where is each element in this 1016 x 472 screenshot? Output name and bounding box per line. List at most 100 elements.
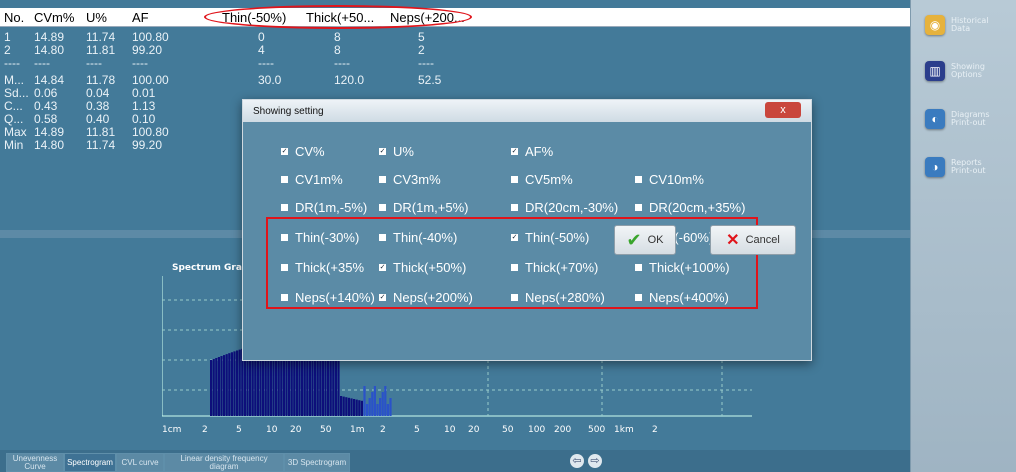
axis-tick-label: 50 xyxy=(502,425,514,435)
option-checkbox[interactable]: ✓ U% xyxy=(379,144,414,159)
option-checkbox[interactable]: CV1m% xyxy=(281,172,343,187)
unchecked-box-icon[interactable] xyxy=(281,204,288,211)
cancel-button[interactable]: ✕ Cancel xyxy=(710,225,796,255)
table-cell: ---- xyxy=(258,56,274,70)
option-label: DR(1m,+5%) xyxy=(393,200,469,215)
unchecked-box-icon[interactable] xyxy=(379,176,386,183)
spectrum-bar xyxy=(230,352,233,416)
axis-tick-label: 50 xyxy=(320,425,332,435)
spectrum-bar xyxy=(358,400,361,416)
option-label: CV5m% xyxy=(525,172,573,187)
spectrum-bar xyxy=(376,404,379,416)
table-cell: 4 xyxy=(258,43,265,57)
table-row[interactable]: ---- ---- ---- ---- ---- ---- ---- xyxy=(0,56,480,70)
option-label: CV1m% xyxy=(295,172,343,187)
tab-3d-spectrogram[interactable]: 3D Spectrogram xyxy=(284,453,350,472)
option-checkbox[interactable]: CV5m% xyxy=(511,172,573,187)
spectrum-bar xyxy=(210,360,213,416)
unchecked-box-icon[interactable] xyxy=(511,176,518,183)
table-cell: 2 xyxy=(4,43,11,57)
tab-spectrogram[interactable]: Spectrogram xyxy=(64,453,116,472)
table-cell: C... xyxy=(4,99,23,113)
header-af[interactable]: AF xyxy=(132,10,149,25)
option-label: U% xyxy=(393,144,414,159)
unchecked-box-icon[interactable] xyxy=(635,176,642,183)
option-checkbox[interactable]: DR(1m,-5%) xyxy=(281,200,367,215)
bottom-tab-bar: Unevenness Curve Spectrogram CVL curve L… xyxy=(0,450,910,472)
table-cell: 0.38 xyxy=(86,99,110,113)
historical-data-button[interactable]: ◉ Historical Data xyxy=(925,10,1013,40)
checked-box-icon[interactable]: ✓ xyxy=(281,148,288,155)
table-cell: ---- xyxy=(86,56,102,70)
table-row[interactable]: Sd... 0.06 0.04 0.01 xyxy=(0,86,480,100)
header-no[interactable]: No. xyxy=(4,10,24,25)
option-label: CV% xyxy=(295,144,325,159)
highlight-box xyxy=(266,217,758,309)
close-icon[interactable]: x xyxy=(765,102,801,118)
spectrum-bar xyxy=(238,349,241,416)
database-icon: ◉ xyxy=(925,15,945,35)
sidebar-label: Data xyxy=(951,24,971,33)
option-checkbox[interactable]: CV3m% xyxy=(379,172,441,187)
table-cell: 14.89 xyxy=(34,125,65,139)
table-row[interactable]: M... 14.84 11.78 100.00 30.0 120.0 52.5 xyxy=(0,73,480,87)
table-cell: 0.04 xyxy=(86,86,110,100)
spectrum-bar xyxy=(366,404,369,416)
table-cell: 52.5 xyxy=(418,73,442,87)
spectrum-bar xyxy=(350,398,353,416)
checked-box-icon[interactable]: ✓ xyxy=(379,148,386,155)
option-checkbox[interactable]: ✓ CV% xyxy=(281,144,325,159)
spectrum-bar xyxy=(384,386,387,416)
diagram-icon: ◐ xyxy=(925,109,945,129)
table-cell: 11.81 xyxy=(86,125,116,139)
table-cell: 1 xyxy=(4,30,11,44)
sidebar-label: Print-out xyxy=(951,118,986,127)
table-cell: 100.80 xyxy=(132,30,169,44)
showing-options-button[interactable]: ▥ Showing Options xyxy=(925,56,1013,86)
spectrum-bar xyxy=(386,404,389,416)
axis-tick-label: 10 xyxy=(444,425,456,435)
spectrum-bar xyxy=(345,397,348,416)
ok-button[interactable]: ✔ OK xyxy=(614,225,676,255)
option-checkbox[interactable]: ✓ AF% xyxy=(511,144,553,159)
spectrum-bar xyxy=(228,353,231,416)
checked-box-icon[interactable]: ✓ xyxy=(511,148,518,155)
table-cell: 8 xyxy=(334,43,341,57)
table-cell: 0.06 xyxy=(34,86,58,100)
table-row[interactable]: 2 14.80 11.81 99.20 4 8 2 xyxy=(0,43,480,57)
spectrum-bar xyxy=(223,355,226,416)
sidebar-label: Print-out xyxy=(951,166,986,175)
option-checkbox[interactable]: DR(20cm,+35%) xyxy=(635,200,745,215)
spectrum-bar xyxy=(334,351,337,416)
header-cvm[interactable]: CVm% xyxy=(34,10,74,25)
tab-unevenness-curve[interactable]: Unevenness Curve xyxy=(6,453,64,472)
axis-tick-label: 2 xyxy=(380,425,386,435)
tab-linear-density[interactable]: Linear density frequency diagram xyxy=(164,453,284,472)
next-arrow-icon[interactable]: ⇨ xyxy=(588,454,602,468)
cancel-label: Cancel xyxy=(745,234,780,246)
table-cell: ---- xyxy=(132,56,148,70)
option-checkbox[interactable]: CV10m% xyxy=(635,172,704,187)
table-cell: Min xyxy=(4,138,24,152)
unchecked-box-icon[interactable] xyxy=(379,204,386,211)
option-label: DR(1m,-5%) xyxy=(295,200,368,215)
option-checkbox[interactable]: DR(1m,+5%) xyxy=(379,200,469,215)
prev-arrow-icon[interactable]: ⇦ xyxy=(570,454,584,468)
table-cell: ---- xyxy=(34,56,50,70)
diagrams-printout-button[interactable]: ◐ Diagrams Print-out xyxy=(925,104,1013,134)
table-cell: 30.0 xyxy=(258,73,282,87)
axis-tick-label: 1cm xyxy=(162,425,181,435)
unchecked-box-icon[interactable] xyxy=(281,176,288,183)
header-u[interactable]: U% xyxy=(86,10,107,25)
reports-printout-button[interactable]: ◑ Reports Print-out xyxy=(925,152,1013,182)
table-row[interactable]: 1 14.89 11.74 100.80 0 8 5 xyxy=(0,30,480,44)
unchecked-box-icon[interactable] xyxy=(511,204,518,211)
unchecked-box-icon[interactable] xyxy=(635,204,642,211)
axis-tick-label: 2 xyxy=(652,425,658,435)
option-label: CV3m% xyxy=(393,172,441,187)
tab-cvl-curve[interactable]: CVL curve xyxy=(116,453,164,472)
table-cell: ---- xyxy=(418,56,434,70)
option-checkbox[interactable]: DR(20cm,-30%) xyxy=(511,200,618,215)
axis-tick-label: 2 xyxy=(202,425,208,435)
spectrum-bar xyxy=(373,386,376,416)
